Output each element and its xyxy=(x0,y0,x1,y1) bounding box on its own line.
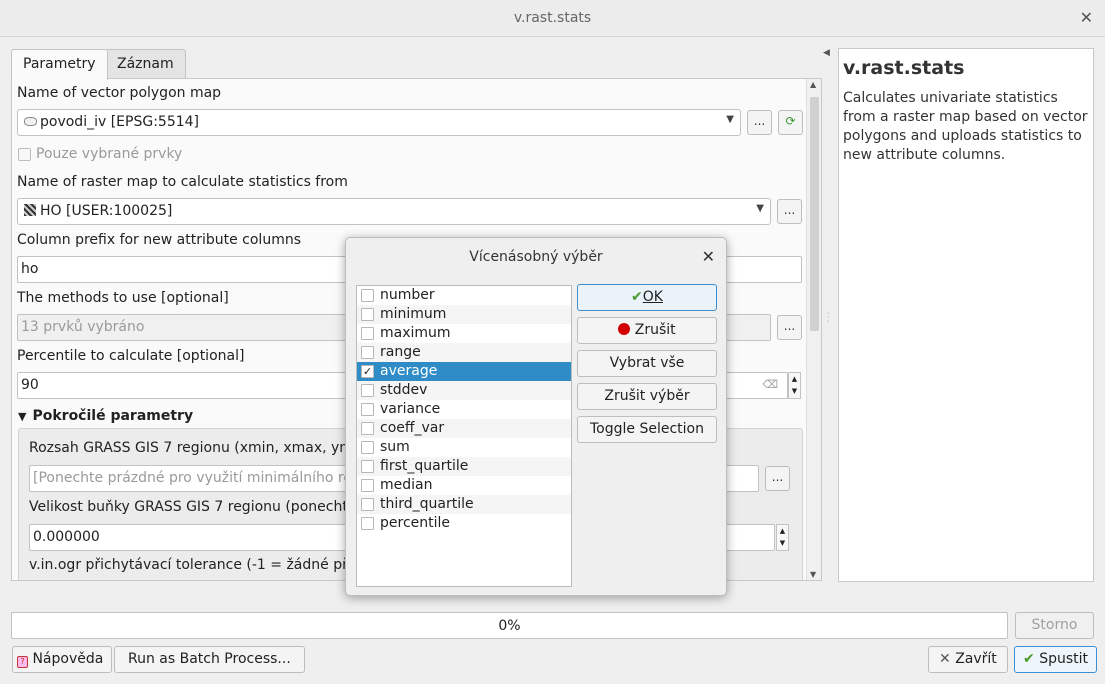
multiple-selection-dialog: Vícenásobný výběr ✕ number minimum maxim… xyxy=(345,237,727,596)
scroll-down-icon[interactable]: ▼ xyxy=(810,570,816,579)
run-button[interactable]: ✔ Spustit xyxy=(1014,646,1097,673)
region-browse-button[interactable]: ... xyxy=(765,466,790,491)
list-item[interactable]: variance xyxy=(357,400,571,419)
list-item[interactable]: number xyxy=(357,286,571,305)
methods-browse-button[interactable]: ... xyxy=(777,315,802,340)
ok-button[interactable]: ✔OK xyxy=(577,284,717,311)
list-item-checkbox[interactable] xyxy=(361,479,374,492)
dialog-title: Vícenásobný výběr xyxy=(469,249,603,265)
progress-bar: 0% xyxy=(11,612,1008,639)
list-item[interactable]: minimum xyxy=(357,305,571,324)
title-bar: v.rast.stats ✕ xyxy=(0,0,1105,37)
close-icon: ✕ xyxy=(939,651,951,667)
list-item-checkbox[interactable] xyxy=(361,308,374,321)
list-item-checkbox[interactable] xyxy=(361,403,374,416)
only-selected-label: Pouze vybrané prvky xyxy=(36,146,183,162)
list-item-checkbox[interactable] xyxy=(361,346,374,359)
check-icon: ✔ xyxy=(631,289,643,305)
dialog-close-icon[interactable]: ✕ xyxy=(702,247,715,266)
method-list: number minimum maximum range ✓ average st… xyxy=(356,285,572,587)
list-item-checkbox[interactable]: ✓ xyxy=(361,365,374,378)
list-item[interactable]: percentile xyxy=(357,514,571,533)
clear-selection-button[interactable]: Zrušit výběr xyxy=(577,383,717,410)
help-title: v.rast.stats xyxy=(843,57,965,79)
chevron-down-icon: ▼ xyxy=(756,203,764,214)
percentile-spinner[interactable]: ▲ ▼ xyxy=(788,372,801,399)
help-button[interactable]: ? Nápověda xyxy=(12,646,113,673)
chevron-down-icon: ▼ xyxy=(726,114,734,125)
list-item[interactable]: maximum xyxy=(357,324,571,343)
vertical-scrollbar[interactable]: ▲ ▼ xyxy=(806,79,821,580)
cellsize-spinner[interactable]: ▲ ▼ xyxy=(776,524,789,551)
help-panel: v.rast.stats Calculates univariate stati… xyxy=(838,48,1094,582)
list-item[interactable]: third_quartile xyxy=(357,495,571,514)
list-item-checkbox[interactable] xyxy=(361,498,374,511)
expand-triangle-icon: ▼ xyxy=(18,410,27,423)
list-item-checkbox[interactable] xyxy=(361,289,374,302)
list-item[interactable]: sum xyxy=(357,438,571,457)
vector-map-label: Name of vector polygon map xyxy=(17,85,222,101)
refresh-icon[interactable]: ⟳ xyxy=(778,110,803,135)
clear-icon[interactable]: ⌫ xyxy=(762,378,778,391)
run-check-icon: ✔ xyxy=(1023,651,1035,667)
window-title: v.rast.stats xyxy=(513,10,592,26)
list-item-checkbox[interactable] xyxy=(361,517,374,530)
tab-zaznam[interactable]: Záznam xyxy=(105,49,186,79)
help-description: Calculates univariate statistics from a … xyxy=(843,90,1088,163)
cellsize-label: Velikost buňky GRASS GIS 7 regionu (pone… xyxy=(29,499,357,515)
toggle-selection-button[interactable]: Toggle Selection xyxy=(577,416,717,443)
batch-process-button[interactable]: Run as Batch Process... xyxy=(114,646,305,673)
collapse-panel-icon[interactable]: ◀ xyxy=(823,48,830,58)
only-selected-checkbox[interactable] xyxy=(18,148,31,161)
scroll-up-icon[interactable]: ▲ xyxy=(810,80,816,89)
close-button[interactable]: ✕ Zavřít xyxy=(928,646,1008,673)
list-item-checkbox[interactable] xyxy=(361,441,374,454)
polygon-layer-icon xyxy=(24,117,37,126)
vector-browse-button[interactable]: ... xyxy=(747,110,772,135)
advanced-section-header[interactable]: ▼ Pokročilé parametry xyxy=(18,408,193,424)
list-item-checkbox[interactable] xyxy=(361,327,374,340)
splitter-handle[interactable]: · · · xyxy=(827,310,830,326)
list-item[interactable]: range xyxy=(357,343,571,362)
list-item-checkbox[interactable] xyxy=(361,422,374,435)
list-item[interactable]: first_quartile xyxy=(357,457,571,476)
list-item[interactable]: coeff_var xyxy=(357,419,571,438)
raster-layer-icon xyxy=(24,204,36,216)
vector-map-select[interactable]: povodi_iv [EPSG:5514] ▼ xyxy=(17,109,741,136)
scrollbar-thumb[interactable] xyxy=(810,97,819,331)
region-label: Rozsah GRASS GIS 7 regionu (xmin, xmax, … xyxy=(29,440,366,456)
snap-tolerance-label: v.in.ogr přichytávací tolerance (-1 = žá… xyxy=(29,557,377,573)
list-item[interactable]: stddev xyxy=(357,381,571,400)
raster-browse-button[interactable]: ... xyxy=(777,199,802,224)
raster-map-select[interactable]: HO [USER:100025] ▼ xyxy=(17,198,771,225)
window-close-icon[interactable]: ✕ xyxy=(1080,8,1093,27)
list-item[interactable]: ✓ average xyxy=(357,362,571,381)
dialog-cancel-button[interactable]: Zrušit xyxy=(577,317,717,344)
list-item-checkbox[interactable] xyxy=(361,384,374,397)
list-item-checkbox[interactable] xyxy=(361,460,374,473)
help-book-icon: ? xyxy=(17,656,28,668)
stop-icon xyxy=(618,323,631,335)
methods-label: The methods to use [optional] xyxy=(17,290,229,306)
raster-map-label: Name of raster map to calculate statisti… xyxy=(17,174,348,190)
list-item[interactable]: median xyxy=(357,476,571,495)
prefix-label: Column prefix for new attribute columns xyxy=(17,232,301,248)
tab-parametry[interactable]: Parametry xyxy=(11,49,108,80)
percentile-label: Percentile to calculate [optional] xyxy=(17,348,245,364)
select-all-button[interactable]: Vybrat vše xyxy=(577,350,717,377)
cancel-button[interactable]: Storno xyxy=(1015,612,1094,639)
